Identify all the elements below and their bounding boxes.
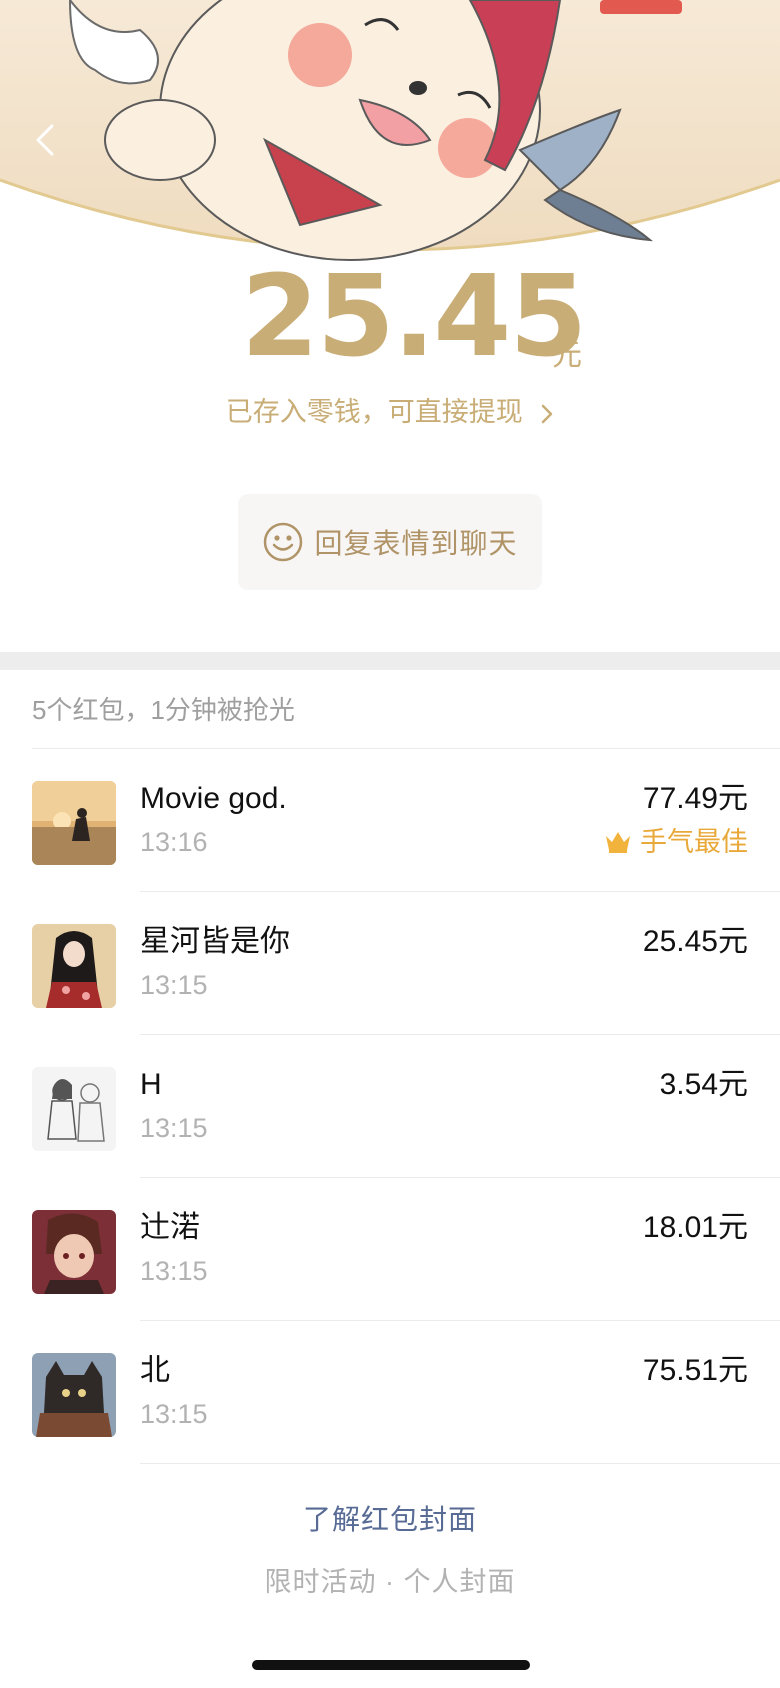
record-name: H — [140, 1068, 162, 1101]
packet-summary: 5个红包，1分钟被抢光 — [32, 695, 295, 725]
record-amount: 75.51元 — [642, 1354, 748, 1387]
row-separator — [140, 1463, 780, 1464]
claim-record[interactable]: Movie god. 13:16 77.49元 手气最佳 — [0, 749, 780, 892]
black-cat-avatar — [32, 1353, 116, 1437]
record-time: 13:15 — [140, 1256, 208, 1286]
record-time: 13:15 — [140, 1113, 208, 1143]
best-luck-badge: 手气最佳 — [604, 824, 748, 860]
avatar — [32, 1067, 116, 1151]
claim-record[interactable]: H 13:15 3.54元 — [0, 1035, 780, 1178]
avatar — [32, 781, 116, 865]
learn-cover-link[interactable]: 了解红包封面 — [0, 1500, 780, 1540]
sunset-couple-avatar — [32, 781, 116, 865]
smiley-icon — [264, 522, 303, 562]
claim-record[interactable]: 辻渃 13:15 18.01元 — [0, 1178, 780, 1321]
section-divider — [0, 652, 780, 670]
amount-value: 25.45 — [241, 252, 587, 382]
cover-artwork — [0, 0, 780, 261]
record-name: 星河皆是你 — [140, 925, 290, 958]
record-amount: 3.54元 — [659, 1068, 748, 1101]
anime-boy-avatar — [32, 1210, 116, 1294]
wallet-saved-text: 已存入零钱，可直接提现 — [225, 397, 523, 427]
record-amount: 18.01元 — [642, 1211, 748, 1244]
back-button[interactable] — [28, 118, 62, 162]
chevron-left-icon — [36, 124, 54, 156]
best-luck-label: 手气最佳 — [640, 827, 748, 857]
reply-sticker-label: 回复表情到聊天 — [314, 528, 518, 559]
red-packet-cover-illustration — [0, 0, 780, 275]
claim-record[interactable]: 星河皆是你 13:15 25.45元 — [0, 892, 780, 1035]
chevron-right-icon — [542, 404, 553, 424]
home-indicator[interactable] — [252, 1660, 530, 1670]
avatar — [32, 1353, 116, 1437]
record-amount: 25.45元 — [642, 925, 748, 958]
claim-record-list: Movie god. 13:16 77.49元 手气最佳 星河皆是你 13:15… — [0, 749, 780, 1464]
record-name: 辻渃 — [140, 1211, 200, 1244]
sketch-figures-avatar — [32, 1067, 116, 1151]
claim-record[interactable]: 北 13:15 75.51元 — [0, 1321, 780, 1464]
record-time: 13:15 — [140, 970, 208, 1000]
cover-promo-text: 限时活动 · 个人封面 — [264, 1567, 516, 1597]
crown-icon — [606, 832, 630, 853]
received-amount: 25.45 元 — [0, 252, 780, 382]
record-name: Movie god. — [140, 782, 287, 815]
record-time: 13:16 — [140, 827, 208, 857]
anime-girl-kimono-avatar — [32, 924, 116, 1008]
record-name: 北 — [140, 1354, 170, 1387]
amount-unit: 元 — [552, 339, 582, 372]
record-amount: 77.49元 — [642, 782, 748, 815]
reply-sticker-button[interactable]: 回复表情到聊天 — [238, 494, 542, 590]
avatar — [32, 1210, 116, 1294]
record-time: 13:15 — [140, 1399, 208, 1429]
avatar — [32, 924, 116, 1008]
wallet-saved-link[interactable]: 已存入零钱，可直接提现 — [0, 392, 780, 432]
